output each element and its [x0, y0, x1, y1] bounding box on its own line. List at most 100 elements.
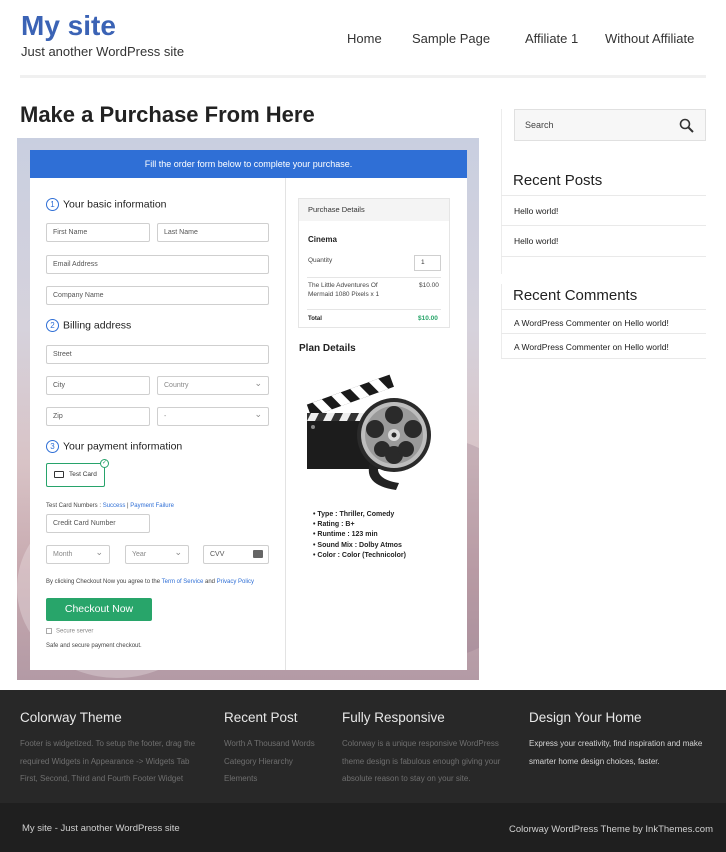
recent-post-link[interactable]: Hello world!: [514, 206, 558, 216]
comment-post-link[interactable]: Hello world!: [624, 342, 668, 352]
search-widget[interactable]: Search: [514, 109, 706, 141]
footer-col2-links: Worth A Thousand Words Category Hierarch…: [224, 735, 315, 788]
footer-col3-text: Colorway is a unique responsive WordPres…: [342, 735, 500, 788]
item-description-line2: Mermaid 1080 Pixels x 1: [308, 291, 380, 298]
search-icon[interactable]: [679, 118, 694, 133]
nav-item-affiliate-1[interactable]: Affiliate 1: [525, 31, 578, 46]
plan-detail-item: Color : Color (Technicolor): [313, 551, 406, 561]
site-description: Just another WordPress site: [21, 44, 185, 59]
nav-item-without-affiliate[interactable]: Without Affiliate: [605, 31, 694, 46]
step-label: Billing address: [63, 319, 132, 332]
search-input[interactable]: Search: [525, 120, 554, 130]
theme-credit-link[interactable]: Colorway WordPress Theme by InkThemes.co…: [509, 824, 713, 835]
nav-item-sample-page[interactable]: Sample Page: [412, 31, 490, 46]
divider: [501, 333, 706, 334]
last-name-field[interactable]: Last Name: [157, 223, 269, 242]
step-label: Your payment information: [63, 440, 183, 453]
step-number: 2: [46, 319, 59, 332]
footer-col4-text: Express your creativity, find inspiratio…: [529, 735, 702, 770]
purchase-details-header: Purchase Details: [299, 199, 449, 221]
state-select[interactable]: -: [157, 406, 269, 426]
terms-and: and: [203, 579, 217, 585]
recent-comment-item: A WordPress Commenter on Hello world!: [514, 342, 669, 352]
step-basic-info: 1 Your basic information: [46, 198, 167, 211]
footer-heading-recent-post: Recent Post: [224, 710, 298, 725]
footer-text-line: smarter home design choices, faster.: [529, 756, 660, 766]
divider: [307, 277, 441, 278]
footer-text-line: required Widgets in Appearance -> Widget…: [20, 756, 190, 766]
recent-post-link[interactable]: Hello world!: [514, 236, 558, 246]
plan-details-list: Type : Thriller, Comedy Rating : B+ Runt…: [313, 510, 406, 561]
recent-comment-item: A WordPress Commenter on Hello world!: [514, 318, 669, 328]
total-label: Total: [308, 316, 322, 322]
recent-comments-heading: Recent Comments: [513, 287, 638, 304]
step-number: 3: [46, 440, 59, 453]
secure-checkbox[interactable]: [46, 628, 52, 634]
divider: [501, 225, 706, 226]
film-clapperboard-reel-icon: [306, 374, 431, 490]
test-card-option[interactable]: Test Card ✓: [46, 459, 109, 487]
quantity-label: Quantity: [308, 257, 333, 264]
first-name-field[interactable]: First Name: [46, 223, 150, 242]
step-label: Your basic information: [63, 198, 167, 211]
order-form: Fill the order form below to complete yo…: [30, 150, 467, 670]
secure-server-row: Secure server: [46, 628, 93, 635]
test-card-numbers: Test Card Numbers : Success | Payment Fa…: [46, 503, 174, 509]
footer-heading-design-your-home: Design Your Home: [529, 710, 642, 725]
footer-col1-text: Footer is widgetized. To setup the foote…: [20, 735, 195, 788]
cvv-placeholder: CVV: [210, 551, 225, 558]
safe-checkout-text: Safe and secure payment checkout.: [46, 643, 142, 649]
zip-field[interactable]: Zip: [46, 407, 150, 426]
credit-card-icon: [54, 471, 64, 478]
form-column-divider: [285, 178, 286, 670]
comment-author-link[interactable]: A WordPress Commenter: [514, 318, 610, 328]
divider: [501, 256, 706, 257]
comment-post-link[interactable]: Hello world!: [624, 318, 668, 328]
header-divider: [20, 75, 706, 78]
step-billing-address: 2 Billing address: [46, 319, 131, 332]
street-field[interactable]: Street: [46, 345, 269, 364]
footer-text-line: absolute reason to stay on your site.: [342, 774, 471, 783]
cvv-field[interactable]: CVV: [203, 545, 269, 564]
checkout-button[interactable]: Checkout Now: [46, 598, 152, 621]
divider: [501, 309, 706, 310]
product-name: Cinema: [308, 235, 337, 244]
item-description-line1: The Little Adventures Of: [308, 282, 378, 289]
quantity-input[interactable]: 1: [414, 255, 441, 271]
site-header: My site Just another WordPress site Home…: [0, 0, 726, 78]
company-field[interactable]: Company Name: [46, 286, 269, 305]
step-number: 1: [46, 198, 59, 211]
footer-text-line: Footer is widgetized. To setup the foote…: [20, 739, 196, 748]
year-select[interactable]: Year: [125, 544, 189, 564]
privacy-policy-link[interactable]: Privacy Policy: [217, 579, 254, 585]
terms-of-service-link[interactable]: Term of Service: [162, 579, 204, 585]
plan-detail-item: Sound Mix : Dolby Atmos: [313, 541, 406, 551]
payment-failure-link[interactable]: Payment Failure: [130, 503, 174, 509]
footer-text-line: Colorway is a unique responsive WordPres…: [342, 739, 499, 748]
footer-post-link[interactable]: Elements: [224, 770, 315, 788]
plan-detail-item: Rating : B+: [313, 520, 406, 530]
footer-text-line: First, Second, Third and Fourth Footer W…: [20, 774, 184, 783]
credit-card-number-field[interactable]: Credit Card Number: [46, 514, 150, 533]
plan-details-title: Plan Details: [299, 343, 356, 354]
email-field[interactable]: Email Address: [46, 255, 269, 274]
page-title: Make a Purchase From Here: [20, 102, 315, 127]
site-title[interactable]: My site: [21, 10, 116, 42]
divider: [501, 358, 706, 359]
divider: [307, 309, 441, 310]
recent-posts-heading: Recent Posts: [513, 172, 603, 189]
comment-author-link[interactable]: A WordPress Commenter: [514, 342, 610, 352]
footer-post-link[interactable]: Worth A Thousand Words: [224, 735, 315, 753]
month-select[interactable]: Month: [46, 544, 110, 564]
secure-server-label: Secure server: [56, 628, 94, 635]
success-link[interactable]: Success: [103, 503, 126, 509]
test-card-numbers-label: Test Card Numbers :: [46, 503, 103, 509]
comment-on: on: [610, 318, 625, 328]
nav-item-home[interactable]: Home: [347, 31, 382, 46]
city-field[interactable]: City: [46, 376, 150, 395]
country-select[interactable]: Country: [157, 375, 269, 395]
footer-post-link[interactable]: Category Hierarchy: [224, 753, 315, 771]
purchase-details-box: Purchase Details Cinema Quantity 1 The L…: [298, 198, 450, 328]
item-price: $10.00: [419, 282, 439, 289]
copyright-text: My site - Just another WordPress site: [22, 823, 180, 834]
